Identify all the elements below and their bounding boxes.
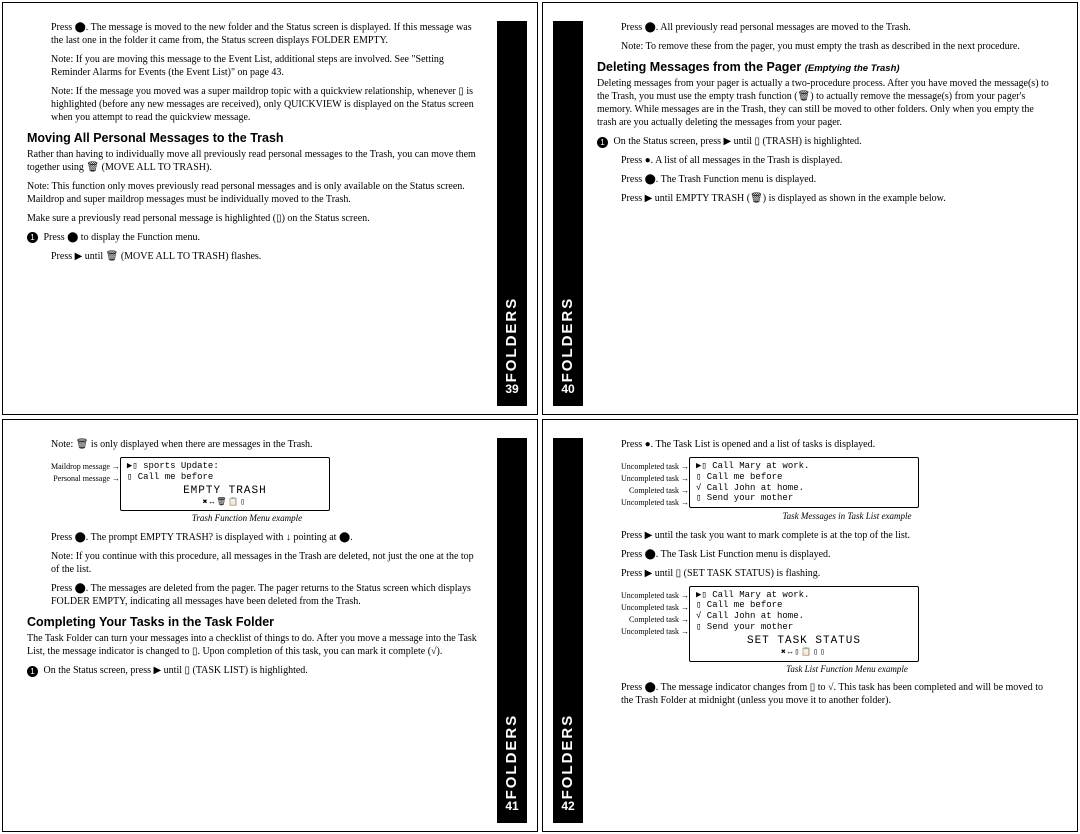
screen-row3: √ Call John at home. [696,483,912,494]
p41-step1a-text: On the Status screen, press ▶ until ▯ (T… [44,665,308,676]
page-42: FOLDERS 42 Press ●. The Task List is ope… [542,419,1078,832]
p39-note2: Note: If the message you moved was a sup… [27,85,483,124]
lbl-uncompleted-1: Uncompleted task [621,462,679,471]
screen-row2: ▯ Call me before [127,472,323,483]
task-list-figure: Uncompleted task → Uncompleted task → Co… [597,457,1053,509]
lbl2-uncompleted-3: Uncompleted task [621,627,679,636]
p42-para2: Press ▶ until the task you want to mark … [597,529,1053,542]
p42-para3: Press ⬤. The Task List Function menu is … [597,548,1053,561]
p40-step1c: Press ⬤. The Trash Function menu is disp… [597,173,1053,186]
page-number-39: 39 [505,382,518,398]
lbl-uncompleted-3: Uncompleted task [621,498,679,507]
trash-menu-figure: Maildrop message → Personal message → ▶▯… [27,457,483,511]
tab-label: FOLDERS [558,29,578,382]
task-func-screen: ▶▯ Call Mary at work. ▯ Call me before √… [689,586,919,662]
step-bullet-1: 1 [597,137,608,148]
task-func-labels: Uncompleted task → Uncompleted task → Co… [621,586,689,638]
trash-menu-screen: ▶▯ sports Update: ▯ Call me before EMPTY… [120,457,330,511]
p41-note2: Note: If you continue with this procedur… [27,550,483,576]
screen-icons: ✖↔🗑📋▯ [127,498,323,508]
screen-row1: ▶▯ sports Update: [127,461,323,472]
p42-para4: Press ▶ until ▯ (SET TASK STATUS) is fla… [597,567,1053,580]
tab-label: FOLDERS [558,446,578,799]
p42-para1: Press ●. The Task List is opened and a l… [597,438,1053,451]
p41-step1a: 1 On the Status screen, press ▶ until ▯ … [27,664,483,677]
manual-spread: Press ⬤. The message is moved to the new… [0,0,1080,834]
screen-row4: ▯ Send your mother [696,493,912,504]
page-39-tab: FOLDERS 39 [497,21,527,406]
p40-step1a: 1 On the Status screen, press ▶ until ▯ … [597,135,1053,148]
task-list-screen: ▶▯ Call Mary at work. ▯ Call me before √… [689,457,919,508]
page-40-content: Press ⬤. All previously read personal me… [583,21,1067,406]
p39-step1b: Press ▶ until 🗑 (MOVE ALL TO TRASH) flas… [27,250,483,263]
p41-heading: Completing Your Tasks in the Task Folder [27,614,483,630]
task-func-figure: Uncompleted task → Uncompleted task → Co… [597,586,1053,662]
task-list-caption: Task Messages in Task List example [677,511,1017,523]
page-42-tab: FOLDERS 42 [553,438,583,823]
trash-menu-labels: Maildrop message → Personal message → [51,457,120,485]
screen-row3: √ Call John at home. [696,611,912,622]
step-bullet-1: 1 [27,232,38,243]
lbl2-uncompleted-2: Uncompleted task [621,603,679,612]
screen-title: SET TASK STATUS [696,635,912,648]
p41-para2: Press ⬤. The messages are deleted from t… [27,582,483,608]
step-bullet-1: 1 [27,666,38,677]
page-40: FOLDERS 40 Press ⬤. All previously read … [542,2,1078,415]
p40-step1d: Press ▶ until EMPTY TRASH (🗑) is display… [597,192,1053,205]
lbl-maildrop: Maildrop message [51,462,110,471]
p40-h1-sub: (Emptying the Trash) [805,63,900,74]
tab-label: FOLDERS [502,446,522,799]
page-40-tab: FOLDERS 40 [553,21,583,406]
p41-note1: Note: 🗑 is only displayed when there are… [27,438,483,451]
p39-note3: Note: This function only moves previousl… [27,180,483,206]
p39-para1: Press ⬤. The message is moved to the new… [27,21,483,47]
p40-para2: Deleting messages from your pager is act… [597,77,1053,129]
p41-para3: The Task Folder can turn your messages i… [27,632,483,658]
lbl-personal: Personal message [53,474,110,483]
screen-row2: ▯ Call me before [696,472,912,483]
page-42-content: Press ●. The Task List is opened and a l… [583,438,1067,823]
trash-caption: Trash Function Menu example [87,513,407,525]
page-41-content: Note: 🗑 is only displayed when there are… [13,438,497,823]
task-list-labels: Uncompleted task → Uncompleted task → Co… [621,457,689,509]
p39-step1a: 1 Press ⬤ to display the Function menu. [27,231,483,244]
p40-heading: Deleting Messages from the Pager (Emptyi… [597,59,1053,75]
screen-title: EMPTY TRASH [127,485,323,498]
lbl2-uncompleted-1: Uncompleted task [621,591,679,600]
screen-row4: ▯ Send your mother [696,622,912,633]
p39-heading: Moving All Personal Messages to the Tras… [27,130,483,146]
p41-para1: Press ⬤. The prompt EMPTY TRASH? is disp… [27,531,483,544]
p42-para5: Press ⬤. The message indicator changes f… [597,681,1053,707]
p39-note1: Note: If you are moving this message to … [27,53,483,79]
page-number-41: 41 [505,799,518,815]
p39-step1a-text: Press ⬤ to display the Function menu. [44,232,200,243]
p40-step1b: Press ●. A list of all messages in the T… [597,154,1053,167]
page-41-tab: FOLDERS 41 [497,438,527,823]
p40-step1a-text: On the Status screen, press ▶ until ▯ (T… [614,136,862,147]
p40-h1-text: Deleting Messages from the Pager [597,60,801,74]
page-number-40: 40 [561,382,574,398]
page-39: Press ⬤. The message is moved to the new… [2,2,538,415]
page-39-content: Press ⬤. The message is moved to the new… [13,21,497,406]
page-number-42: 42 [561,799,574,815]
p39-para2: Rather than having to individually move … [27,148,483,174]
screen-icons: ✖↔▯📋▯▯ [696,648,912,658]
task-func-caption: Task List Function Menu example [677,664,1017,676]
screen-row2: ▯ Call me before [696,600,912,611]
lbl-uncompleted-2: Uncompleted task [621,474,679,483]
lbl2-completed: Completed task [629,615,679,624]
p40-para1: Press ⬤. All previously read personal me… [597,21,1053,34]
p40-note1: Note: To remove these from the pager, yo… [597,40,1053,53]
tab-label: FOLDERS [502,29,522,382]
page-41: Note: 🗑 is only displayed when there are… [2,419,538,832]
screen-row1: ▶▯ Call Mary at work. [696,590,912,601]
screen-row1: ▶▯ Call Mary at work. [696,461,912,472]
p39-para3: Make sure a previously read personal mes… [27,212,483,225]
lbl-completed: Completed task [629,486,679,495]
